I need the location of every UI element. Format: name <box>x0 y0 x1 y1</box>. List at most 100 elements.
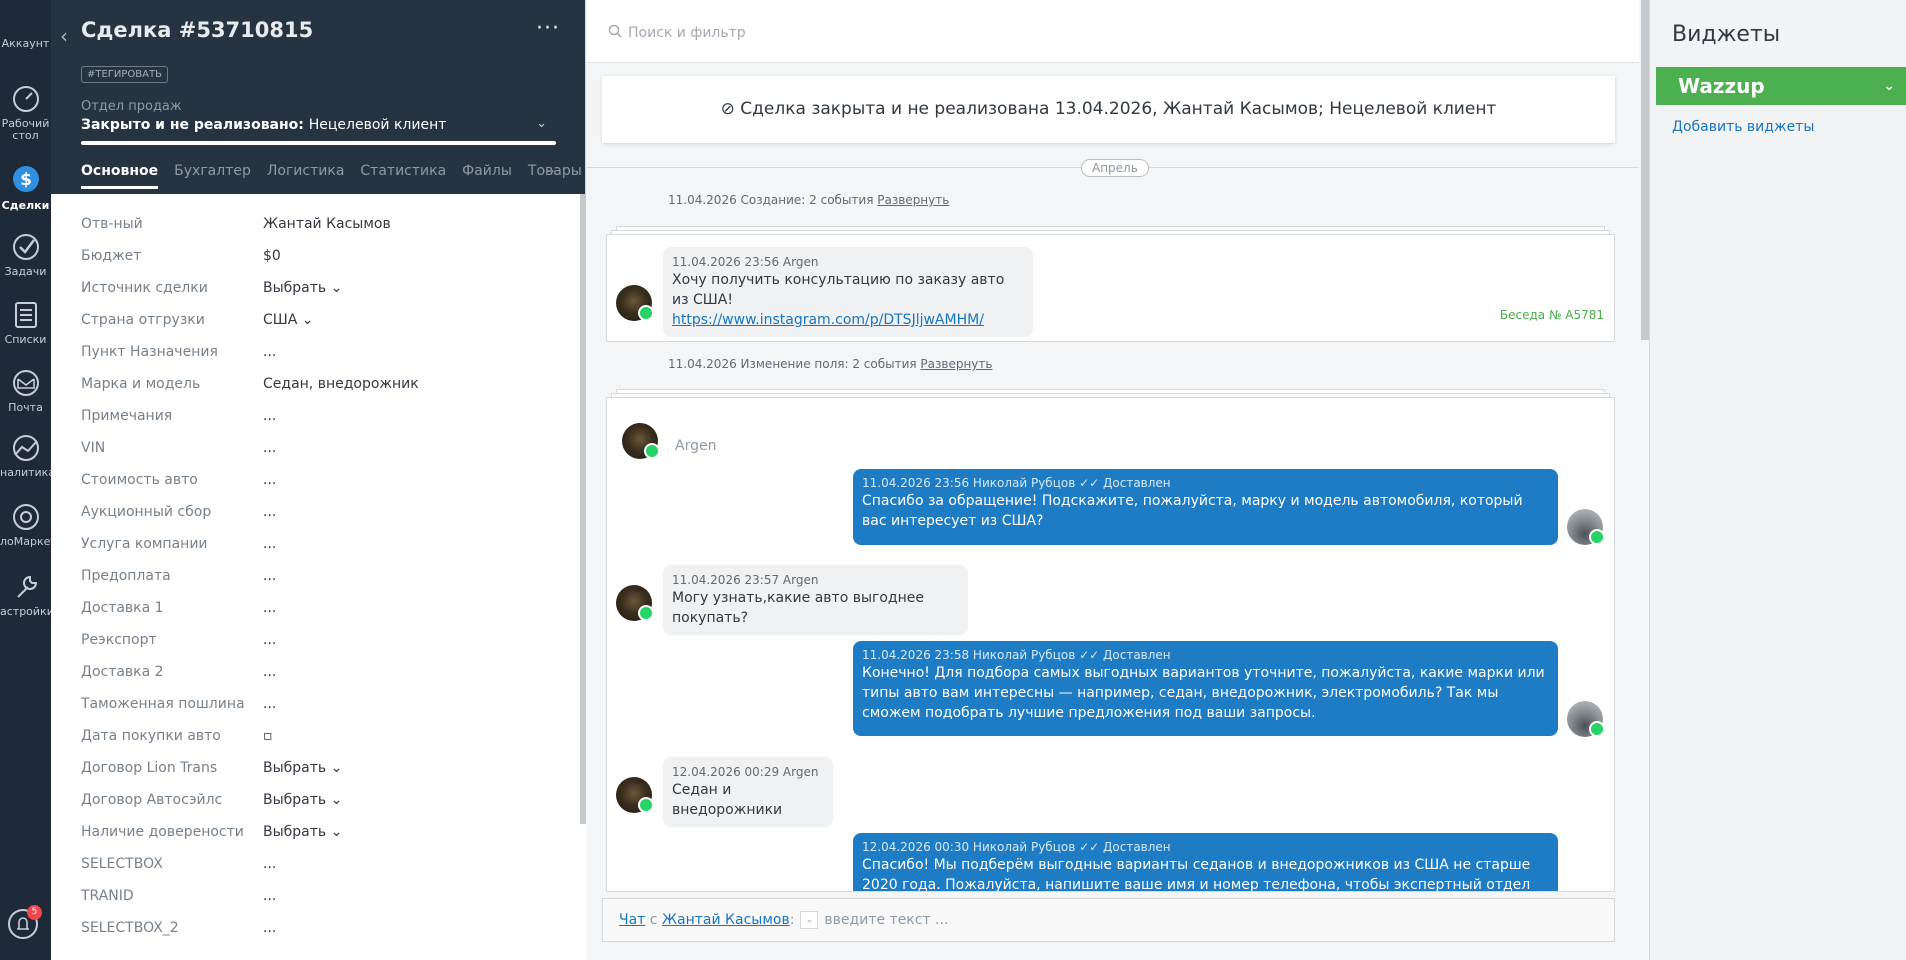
field-row[interactable]: SELECTBOX... <box>81 854 551 886</box>
message-meta: 11.04.2026 23:56 Argen <box>672 255 819 269</box>
field-value[interactable]: ... <box>263 566 276 586</box>
tab-accounting[interactable]: Бухгалтер <box>174 163 251 189</box>
whatsapp-icon <box>1589 529 1605 545</box>
field-row[interactable]: Доставка 2... <box>81 662 551 694</box>
notifications-button[interactable]: 5 <box>6 905 44 943</box>
field-value[interactable]: Седан, внедорожник <box>263 374 419 394</box>
whatsapp-icon <box>644 443 660 459</box>
field-value[interactable]: ... <box>263 886 276 906</box>
calendar-icon[interactable]: ▫ <box>263 726 273 746</box>
field-row[interactable]: Реэкспорт... <box>81 630 551 662</box>
nav-market[interactable]: лоМаркет <box>0 502 57 548</box>
field-row[interactable]: Дата покупки авто ▫ <box>81 726 551 758</box>
message-link[interactable]: https://www.instagram.com/p/DTSJljwAMHM/ <box>672 312 984 328</box>
search-bar[interactable]: Поиск и фильтр <box>586 0 1639 63</box>
status-reason: Нецелевой клиент <box>308 117 447 133</box>
field-value[interactable]: ... <box>263 438 276 458</box>
chat-with-label: с <box>649 912 658 928</box>
field-value[interactable]: ... <box>263 918 276 938</box>
outgoing-message: 11.04.2026 23:58 Николай Рубцов ✓✓ Доста… <box>853 641 1558 736</box>
search-input[interactable]: Поиск и фильтр <box>628 25 746 41</box>
status-select[interactable]: Закрыто и не реализовано: Нецелевой клие… <box>81 117 446 133</box>
expand-link[interactable]: Развернуть <box>877 193 949 207</box>
expand-link[interactable]: Развернуть <box>920 357 992 371</box>
field-row[interactable]: Стоимость авто... <box>81 470 551 502</box>
field-label: Предоплата <box>81 568 171 584</box>
field-row[interactable]: Договор Автосэйлс Выбрать ⌄ <box>81 790 551 822</box>
field-row[interactable]: Таможенная пошлина... <box>81 694 551 726</box>
field-row[interactable]: Услуга компании... <box>81 534 551 566</box>
chat-composer[interactable]: Чат с Жантай Касымов: ⌄ введите текст ... <box>602 898 1615 942</box>
chevron-down-icon[interactable]: ⌄ <box>536 116 547 131</box>
deal-header: ‹ Сделка #53710815 ··· #ТЕГИРОВАТЬ Отдел… <box>51 0 585 194</box>
field-row[interactable]: Предоплата... <box>81 566 551 598</box>
status-prefix: Закрыто и не реализовано: <box>81 117 304 133</box>
tag-button[interactable]: #ТЕГИРОВАТЬ <box>81 66 168 83</box>
field-row[interactable]: SELECTBOX_2... <box>81 918 551 950</box>
chat-type-link[interactable]: Чат <box>619 912 645 928</box>
field-value[interactable]: ... <box>263 630 276 650</box>
nav-deals[interactable]: $ Сделки <box>0 162 51 212</box>
back-icon[interactable]: ‹ <box>60 24 68 48</box>
tabs-more-button[interactable]: ··· <box>542 164 555 180</box>
field-value[interactable]: ... <box>263 534 276 554</box>
field-value[interactable]: ... <box>263 662 276 682</box>
nav-account[interactable]: Аккаунт <box>0 38 51 50</box>
field-value[interactable]: $0 <box>263 246 281 266</box>
field-row[interactable]: Договор Lion Trans Выбрать ⌄ <box>81 758 551 790</box>
field-value[interactable]: Выбрать ⌄ <box>263 758 342 778</box>
field-row[interactable]: Наличие доверености Выбрать ⌄ <box>81 822 551 854</box>
wazzup-widget[interactable]: Wazzup ⌄ <box>1656 67 1906 105</box>
nav-mail[interactable]: Почта <box>0 368 51 414</box>
nav-analytics[interactable]: налитика <box>0 433 55 479</box>
field-value[interactable]: Выбрать ⌄ <box>263 790 342 810</box>
field-row[interactable]: TRANID... <box>81 886 551 918</box>
field-value[interactable]: Выбрать ⌄ <box>263 278 342 298</box>
field-label: Реэкспорт <box>81 632 157 648</box>
field-value[interactable]: ... <box>263 598 276 618</box>
field-value[interactable]: ... <box>263 854 276 874</box>
field-row[interactable]: Примечания... <box>81 406 551 438</box>
tab-statistics[interactable]: Статистика <box>360 163 446 189</box>
field-value[interactable]: ... <box>263 406 276 426</box>
field-row[interactable]: Бюджет $0 <box>81 246 551 278</box>
outgoing-message: 12.04.2026 00:30 Николай Рубцов ✓✓ Доста… <box>853 833 1558 891</box>
add-widgets-link[interactable]: Добавить виджеты <box>1672 119 1814 135</box>
left-nav: Аккаунт Рабочий стол $ Сделки Задачи Спи… <box>0 0 57 960</box>
chat-contact-link[interactable]: Жантай Касымов <box>662 912 790 928</box>
field-row[interactable]: Страна отгрузки США ⌄ <box>81 310 551 342</box>
field-row[interactable]: Источник сделки Выбрать ⌄ <box>81 278 551 310</box>
nav-dashboard[interactable]: Рабочий стол <box>0 84 51 142</box>
field-value[interactable]: ... <box>263 502 276 522</box>
field-row[interactable]: Отв-ный Жантай Касымов <box>81 214 551 246</box>
field-value[interactable]: ... <box>263 342 276 362</box>
deal-card: ‹ Сделка #53710815 ··· #ТЕГИРОВАТЬ Отдел… <box>51 0 586 960</box>
message-input[interactable]: введите текст ... <box>824 912 948 928</box>
deal-title[interactable]: Сделка #53710815 <box>81 18 313 42</box>
tab-main[interactable]: Основное <box>81 163 159 189</box>
field-value[interactable]: США ⌄ <box>263 310 314 330</box>
nav-tasks[interactable]: Задачи <box>0 232 51 278</box>
field-value[interactable]: ... <box>263 694 276 714</box>
chevron-down-icon[interactable]: ⌄ <box>800 911 819 929</box>
deal-fields: Отв-ный Жантай Касымов Бюджет $0 Источник … <box>51 194 586 960</box>
field-row[interactable]: Аукционный сбор... <box>81 502 551 534</box>
field-value[interactable]: Выбрать ⌄ <box>263 822 342 842</box>
tab-files[interactable]: Файлы <box>462 163 512 189</box>
status-progress-bar <box>81 141 556 145</box>
tab-logistics[interactable]: Логистика <box>267 163 345 189</box>
chevron-down-icon[interactable]: ⌄ <box>1883 67 1895 105</box>
field-label: Источник сделки <box>81 280 208 296</box>
field-row[interactable]: Марка и модель Седан, внедорожник <box>81 374 551 406</box>
nav-lists[interactable]: Списки <box>0 300 51 346</box>
field-row[interactable]: Пункт Назначения... <box>81 342 551 374</box>
field-value[interactable]: ... <box>263 470 276 490</box>
feed-scrollbar[interactable] <box>1641 0 1649 340</box>
field-value[interactable]: Жантай Касымов <box>263 214 391 234</box>
field-label: Бюджет <box>81 248 142 264</box>
field-row[interactable]: VIN... <box>81 438 551 470</box>
conversation-number[interactable]: Беседа № A5781 <box>1500 308 1604 322</box>
deal-more-button[interactable]: ··· <box>536 16 560 41</box>
field-row[interactable]: Доставка 1... <box>81 598 551 630</box>
nav-settings[interactable]: астройки <box>0 572 54 618</box>
